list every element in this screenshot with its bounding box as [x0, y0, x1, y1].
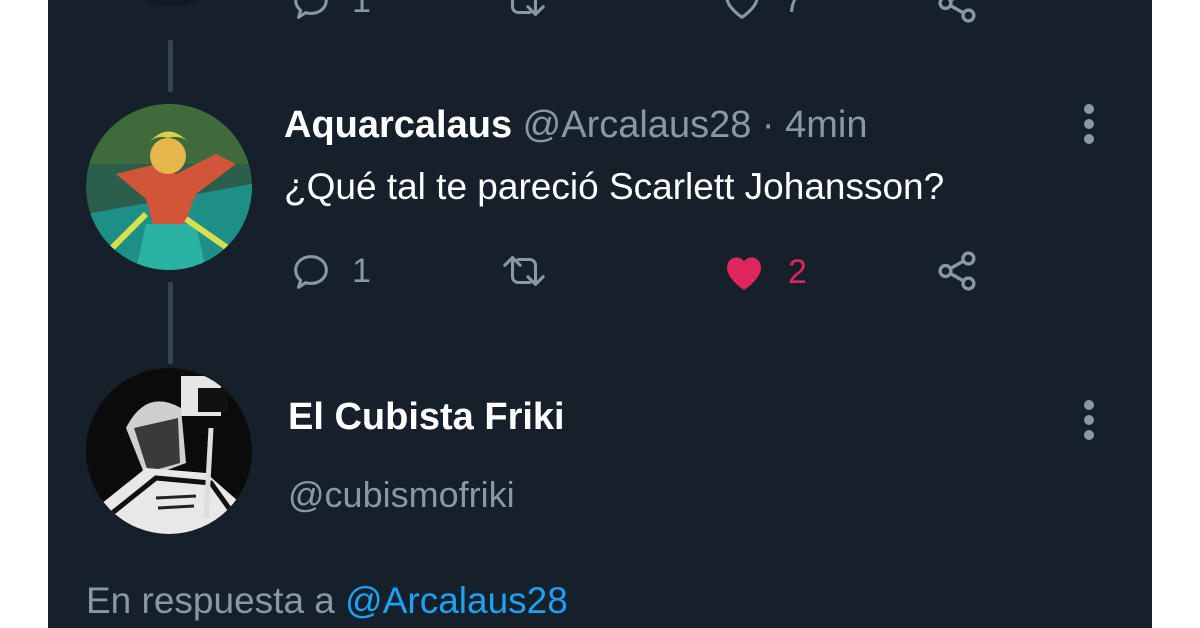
avatar-illustration: [86, 104, 252, 270]
display-name[interactable]: El Cubista Friki: [288, 396, 565, 439]
more-options-button[interactable]: [1084, 400, 1096, 445]
more-vertical-icon: [1084, 104, 1096, 144]
tweet1-header: Aquarcalaus @Arcalaus28 · 4min: [284, 104, 868, 147]
reply-button-previous[interactable]: 1: [288, 0, 371, 24]
reply-prefix: En respuesta a: [86, 580, 335, 621]
heart-icon: [727, 257, 761, 290]
like-count: 2: [788, 252, 807, 291]
thread-connector: [168, 40, 173, 92]
avatar-el-cubista-friki[interactable]: [86, 368, 252, 534]
share-icon: [938, 0, 976, 23]
handle[interactable]: @Arcalaus28: [523, 104, 752, 146]
reply-target-link[interactable]: @Arcalaus28: [345, 580, 568, 621]
reply-icon: [294, 255, 328, 289]
conversation-thread: 1 7 Aquarcalaus @Arcalaus28 · 4min ¿Qué …: [48, 0, 1152, 628]
thread-connector: [168, 282, 173, 364]
like-button[interactable]: 2: [718, 248, 807, 296]
reply-count: 1: [352, 251, 371, 290]
reply-context: En respuesta a @Arcalaus28: [86, 580, 568, 622]
heart-icon: [725, 0, 759, 19]
share-button-previous[interactable]: [933, 0, 983, 28]
share-icon: [938, 251, 976, 291]
avatar-previous[interactable]: [88, 0, 254, 6]
avatar-illustration: [86, 368, 252, 534]
reply-icon: [294, 0, 328, 19]
more-vertical-icon: [1084, 400, 1096, 440]
display-name[interactable]: Aquarcalaus: [284, 104, 512, 146]
tweet1-text: ¿Qué tal te pareció Scarlett Johansson?: [284, 166, 945, 207]
retweet-icon: [510, 0, 545, 16]
retweet-button-previous[interactable]: [498, 0, 550, 24]
avatar-aquarcalaus[interactable]: [86, 104, 252, 270]
reply-count-previous: 1: [352, 0, 371, 20]
retweet-icon: [503, 256, 545, 286]
handle[interactable]: @cubismofriki: [288, 474, 515, 516]
separator: ·: [761, 104, 775, 146]
timestamp[interactable]: 4min: [785, 104, 867, 146]
retweet-button[interactable]: [498, 248, 550, 294]
share-button[interactable]: [933, 246, 983, 296]
like-button-previous[interactable]: 7: [718, 0, 803, 24]
more-options-button[interactable]: [1084, 104, 1096, 149]
reply-button[interactable]: 1: [288, 248, 371, 294]
like-count-previous: 7: [784, 0, 803, 20]
